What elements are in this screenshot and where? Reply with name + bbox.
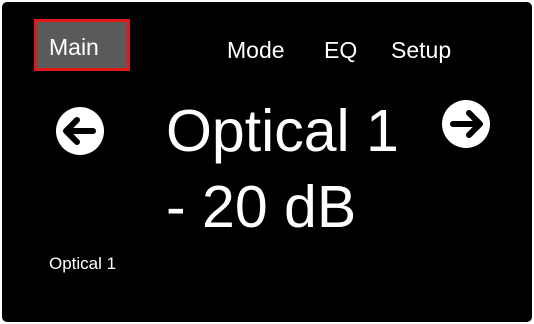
tab-eq[interactable]: EQ xyxy=(324,39,357,62)
tab-setup[interactable]: Setup xyxy=(391,39,451,62)
tab-mode[interactable]: Mode xyxy=(227,39,285,62)
volume-level: - 20 dB xyxy=(166,174,357,240)
current-source: Optical 1 xyxy=(166,98,399,164)
tab-mode-label: Mode xyxy=(227,37,285,63)
tab-setup-label: Setup xyxy=(391,37,452,63)
source-label: Optical 1 xyxy=(49,254,117,273)
arrow-left-icon xyxy=(63,117,96,145)
tab-main-label: Main xyxy=(49,34,99,60)
arrow-right-icon xyxy=(450,110,483,138)
tab-eq-label: EQ xyxy=(324,37,358,63)
previous-source-button[interactable] xyxy=(56,107,104,155)
next-source-button[interactable] xyxy=(442,100,490,148)
tab-main[interactable]: Main xyxy=(34,19,130,71)
device-screen: Main Mode EQ Setup Optical 1 - 20 dB Opt… xyxy=(2,2,532,322)
